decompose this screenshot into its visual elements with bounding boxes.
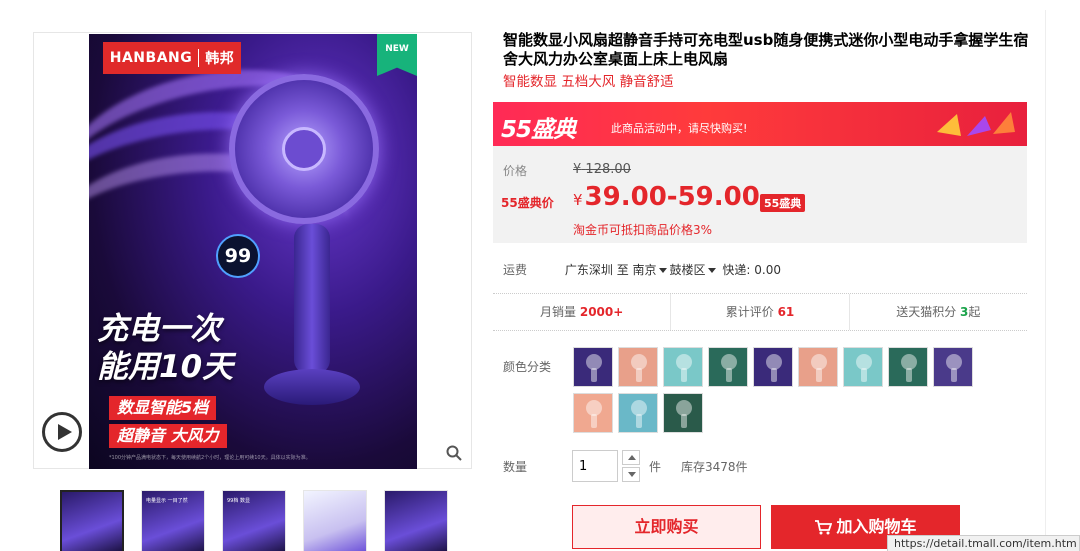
sale-price-value: 39.00-59.00 [584,182,760,212]
fan-base-illustration [264,369,360,405]
reviews-stat[interactable]: 累计评价 61 [671,294,850,330]
monthly-sales-value: 2000+ [579,305,624,319]
points-label: 送天猫积分 [896,305,957,319]
color-swatch-list [573,347,1013,433]
status-bar-url: https://detail.tmall.com/item.htm [887,535,1080,551]
promo-banner: 55盛典 此商品活动中，请尽快购买! [493,102,1027,146]
product-title: 智能数显小风扇超静音手持可充电型usb随身便携式迷你小型电动手拿握学生宿舍大风力… [503,31,1029,68]
monthly-sales-label: 月销量 [540,305,577,319]
price-label: 价格 [503,164,528,178]
taojinbi-note: 淘金币可抵扣商品价格3% [573,223,713,237]
district-select-value: 鼓楼区 [669,263,706,277]
quantity-decrease-button[interactable] [622,467,640,482]
district-select[interactable]: 鼓楼区 [670,263,719,277]
thumbnail-4[interactable] [303,490,367,551]
page-edge-divider [1045,10,1046,540]
chevron-down-icon [707,268,716,273]
color-swatch-11[interactable] [618,393,658,433]
color-swatch-3[interactable] [663,347,703,387]
reviews-value: 61 [777,305,795,319]
color-swatch-9[interactable] [933,347,973,387]
thumbnail-label: 电量显示 一目了然 [146,498,188,504]
promo-headline-line1: 充电一次 [97,311,221,347]
currency-symbol: ¥ [573,162,582,177]
stock-count: 库存3478件 [681,460,748,474]
shipping-to: 至 [616,263,629,277]
sale-price-label: 55盛典价 [501,196,554,210]
color-swatch-6[interactable] [798,347,838,387]
add-to-cart-label: 加入购物车 [836,517,917,536]
thumbnail-1[interactable] [60,490,124,551]
promo-headline-line2: 能用10天 [97,349,234,385]
city-select-value: 南京 [632,263,657,277]
shipping-label: 运费 [503,263,528,277]
brand-logo: HANBANG 韩邦 [103,42,241,74]
sale-event-tag: 55盛典 [760,194,806,212]
points-suffix: 起 [968,305,981,319]
brand-logo-en: HANBANG [109,50,193,66]
original-price-value: 128.00 [585,162,631,177]
buy-now-button[interactable]: 立即购买 [572,505,761,549]
quantity-input[interactable] [572,450,618,482]
color-swatch-4[interactable] [708,347,748,387]
shipping-row: 运费 广东深圳 至 南京 鼓楼区 快递: 0.00 [503,261,781,278]
sales-stats-bar: 月销量 2000+ 累计评价 61 送天猫积分 3起 [493,293,1027,331]
promo-tag-silent: 超静音 大风力 [109,424,227,448]
points-stat: 送天猫积分 3起 [850,294,1027,330]
color-swatch-5[interactable] [753,347,793,387]
digital-display-badge: 99 [216,234,260,278]
shipping-express: 快递: 0.00 [722,263,781,277]
zoom-magnifier-icon[interactable] [446,445,462,461]
price-box: 价格 ¥ 128.00 55盛典价 ¥39.00-59.00 55盛典 淘金币可… [493,146,1027,243]
color-swatch-10[interactable] [573,393,613,433]
quantity-unit: 件 [649,460,662,474]
promo-banner-logo: 55盛典 [501,117,576,143]
color-swatch-8[interactable] [888,347,928,387]
video-play-icon[interactable] [42,412,82,452]
color-swatch-2[interactable] [618,347,658,387]
monthly-sales-stat: 月销量 2000+ [493,294,672,330]
thumbnail-2[interactable]: 电量显示 一目了然 [141,490,205,551]
thumbnail-5[interactable] [384,490,448,551]
fan-head-illustration [229,74,379,224]
color-option-label: 颜色分类 [503,360,552,374]
main-product-image[interactable]: HANBANG 韩邦 NEW 99 充电一次 能用10天 数显智能5档 超静音 … [89,34,417,469]
new-badge: NEW [377,34,417,76]
quantity-increase-button[interactable] [622,450,640,465]
product-subtitle: 智能数显 五档大风 静音舒适 [503,74,674,90]
promo-tag-display: 数显智能5档 [109,396,217,420]
brand-logo-cn: 韩邦 [205,51,235,67]
promo-banner-text: 此商品活动中，请尽快购买! [611,122,748,135]
main-image-frame: HANBANG 韩邦 NEW 99 充电一次 能用10天 数显智能5档 超静音 … [33,32,472,469]
original-price: ¥ 128.00 [573,162,631,177]
color-swatch-1[interactable] [573,347,613,387]
thumbnail-3[interactable]: 99档 数显 [222,490,286,551]
chevron-down-icon [658,268,667,273]
fine-print: *100分钟产品满电状态下，每天使用续航2个小时，理论上用可续10天。具体以实际… [109,455,311,461]
city-select[interactable]: 南京 [633,263,670,277]
brand-logo-divider [198,49,200,67]
fan-hub [282,127,326,171]
color-swatch-12[interactable] [663,393,703,433]
cart-icon [815,520,833,535]
shipping-origin: 广东深圳 [564,263,613,277]
reviews-label: 累计评价 [725,305,774,319]
thumbnail-strip: 电量显示 一目了然 99档 数显 [60,490,448,551]
color-swatch-7[interactable] [843,347,883,387]
banner-flag-decoration-icon [937,112,1015,136]
sale-price: ¥39.00-59.00 [573,182,760,212]
promo-headline: 充电一次 能用10天 [97,310,233,386]
fan-handle-illustration [294,224,330,374]
currency-symbol: ¥ [573,191,583,209]
thumbnail-label: 99档 数显 [227,498,250,504]
quantity-label: 数量 [503,460,528,474]
